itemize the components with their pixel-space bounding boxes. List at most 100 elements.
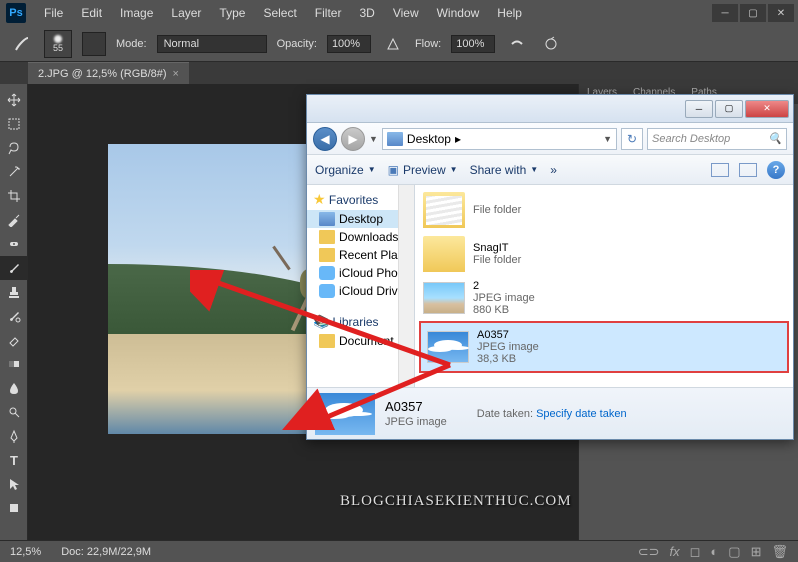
brush-preview[interactable]: 55	[44, 30, 72, 58]
flow-input[interactable]: 100%	[451, 35, 495, 53]
path-select-tool[interactable]	[0, 472, 28, 496]
search-box[interactable]: Search Desktop 🔍	[647, 128, 787, 150]
maximize-button[interactable]: ▢	[740, 4, 766, 22]
minimize-button[interactable]: ─	[712, 4, 738, 22]
more-menu[interactable]: »	[550, 163, 557, 177]
file-type: File folder	[473, 254, 521, 266]
file-list[interactable]: File folder SnagIT File folder 2 JPEG im…	[415, 185, 793, 387]
explorer-nav: ◀ ▶ ▼ Desktop ▸ ▼ ↻ Search Desktop 🔍	[307, 123, 793, 155]
menu-help[interactable]: Help	[489, 3, 530, 23]
search-placeholder: Search Desktop	[652, 133, 730, 145]
status-mask-icon[interactable]: ◻	[690, 544, 701, 560]
menu-edit[interactable]: Edit	[73, 3, 110, 23]
menu-3d[interactable]: 3D	[351, 3, 382, 23]
tab-close-icon[interactable]: ×	[173, 68, 179, 80]
blend-mode-select[interactable]: Normal	[157, 35, 267, 53]
menu-image[interactable]: Image	[112, 3, 161, 23]
type-tool[interactable]: T	[0, 448, 28, 472]
file-name: SnagIT	[473, 242, 521, 254]
status-folder-icon[interactable]: ▢	[728, 544, 740, 560]
details-date-link[interactable]: Specify date taken	[536, 408, 627, 420]
eyedropper-tool[interactable]	[0, 208, 28, 232]
watermark: BLOGCHIASEKIENTHUC.COM	[340, 493, 572, 510]
nav-back-button[interactable]: ◀	[313, 127, 337, 151]
explorer-minimize-button[interactable]: ─	[685, 100, 713, 118]
recent-icon	[319, 248, 335, 262]
pen-tool[interactable]	[0, 424, 28, 448]
search-icon: 🔍	[768, 132, 782, 145]
history-brush-tool[interactable]	[0, 304, 28, 328]
crop-tool[interactable]	[0, 184, 28, 208]
document-tab[interactable]: 2.JPG @ 12,5% (RGB/8#) ×	[28, 62, 189, 84]
menu-view[interactable]: View	[385, 3, 427, 23]
file-item-a0357[interactable]: A0357 JPEG image 38,3 KB	[419, 321, 789, 373]
preview-menu[interactable]: ▣ Preview ▼	[388, 163, 458, 177]
status-doc: Doc: 22,9M/22,9M	[61, 546, 151, 558]
menu-select[interactable]: Select	[255, 3, 304, 23]
breadcrumb[interactable]: Desktop ▸ ▼	[382, 128, 617, 150]
blur-tool[interactable]	[0, 376, 28, 400]
tree-scrollbar[interactable]	[398, 185, 414, 387]
cloud-icon	[319, 266, 335, 280]
explorer-toolbar: Organize ▼ ▣ Preview ▼ Share with ▼ » ?	[307, 155, 793, 185]
marquee-tool[interactable]	[0, 112, 28, 136]
heal-tool[interactable]	[0, 232, 28, 256]
menu-window[interactable]: Window	[429, 3, 488, 23]
nav-tree: ★ Favorites Desktop Downloads Recent Pla…	[307, 185, 415, 387]
file-size: 880 KB	[473, 304, 535, 316]
explorer-close-button[interactable]: ✕	[745, 100, 789, 118]
explorer-titlebar[interactable]: ─ ▢ ✕	[307, 95, 793, 123]
menu-layer[interactable]: Layer	[163, 3, 209, 23]
menu-filter[interactable]: Filter	[307, 3, 350, 23]
move-tool[interactable]	[0, 88, 28, 112]
eraser-tool[interactable]	[0, 328, 28, 352]
dodge-tool[interactable]	[0, 400, 28, 424]
status-trash-icon[interactable]: 🗑	[771, 544, 788, 560]
image-icon	[427, 331, 469, 363]
brush-tool[interactable]	[0, 256, 28, 280]
menu-type[interactable]: Type	[211, 3, 253, 23]
status-adjust-icon[interactable]: ◐	[710, 544, 718, 560]
mode-label: Mode:	[116, 38, 147, 50]
app-logo: Ps	[6, 3, 26, 23]
lasso-tool[interactable]	[0, 136, 28, 160]
status-fx-icon[interactable]: fx	[670, 544, 680, 560]
shape-tool[interactable]	[0, 496, 28, 520]
close-button[interactable]: ✕	[768, 4, 794, 22]
status-zoom[interactable]: 12,5%	[10, 546, 41, 558]
menu-file[interactable]: File	[36, 3, 71, 23]
file-type: File folder	[473, 204, 521, 216]
share-menu[interactable]: Share with ▼	[470, 163, 539, 177]
breadcrumb-arrow-icon[interactable]: ▸	[455, 132, 461, 146]
preview-pane-icon[interactable]	[739, 163, 757, 177]
pressure-opacity-icon[interactable]	[381, 32, 405, 56]
airbrush-icon[interactable]	[505, 32, 529, 56]
file-item-folder[interactable]: File folder	[419, 189, 789, 231]
file-size: 38,3 KB	[477, 353, 539, 365]
monitor-icon	[319, 212, 335, 226]
flow-label: Flow:	[415, 38, 441, 50]
details-type: JPEG image	[385, 416, 447, 428]
nav-forward-button[interactable]: ▶	[341, 127, 365, 151]
tool-preset-icon[interactable]	[10, 32, 34, 56]
brush-panel-toggle[interactable]	[82, 32, 106, 56]
opacity-input[interactable]: 100%	[327, 35, 371, 53]
status-link-icon[interactable]: ⊂⊃	[638, 544, 660, 560]
tab-label: 2.JPG @ 12,5% (RGB/8#)	[38, 68, 167, 80]
explorer-maximize-button[interactable]: ▢	[715, 100, 743, 118]
file-item-snagit[interactable]: SnagIT File folder	[419, 233, 789, 275]
view-options-icon[interactable]	[711, 163, 729, 177]
folder-icon	[423, 236, 465, 272]
file-name: A0357	[477, 329, 539, 341]
wand-tool[interactable]	[0, 160, 28, 184]
nav-history-dropdown[interactable]: ▼	[369, 134, 378, 144]
breadcrumb-dropdown-icon[interactable]: ▼	[603, 134, 612, 144]
organize-menu[interactable]: Organize ▼	[315, 163, 376, 177]
gradient-tool[interactable]	[0, 352, 28, 376]
pressure-size-icon[interactable]	[539, 32, 563, 56]
help-icon[interactable]: ?	[767, 161, 785, 179]
file-item-2jpg[interactable]: 2 JPEG image 880 KB	[419, 277, 789, 319]
status-new-icon[interactable]: ⊞	[751, 544, 762, 560]
stamp-tool[interactable]	[0, 280, 28, 304]
refresh-button[interactable]: ↻	[621, 128, 643, 150]
